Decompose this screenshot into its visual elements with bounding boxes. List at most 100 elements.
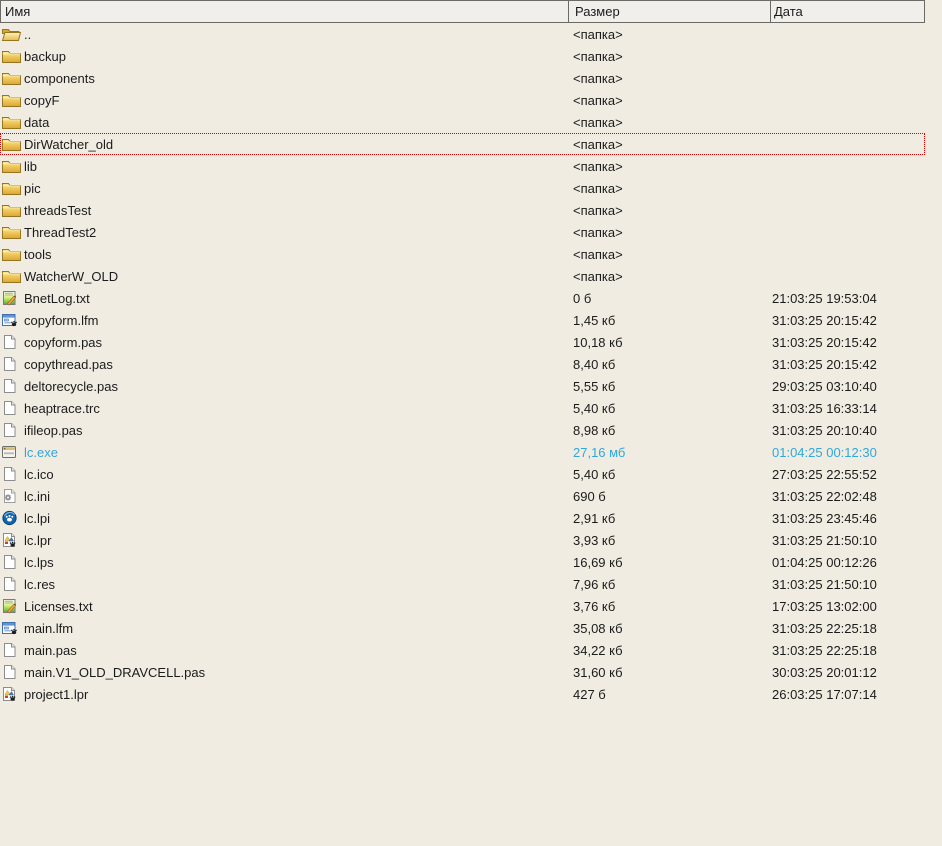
file-row[interactable]: lc.lpr 3,93 кб 31:03:25 21:50:10 xyxy=(0,529,925,551)
file-name: pic xyxy=(24,181,41,196)
file-row[interactable]: main.pas 34,22 кб 31:03:25 22:25:18 xyxy=(0,639,925,661)
file-date: 31:03:25 21:50:10 xyxy=(769,533,925,548)
file-date: 31:03:25 20:15:42 xyxy=(769,335,925,350)
column-header-name[interactable]: Имя xyxy=(1,1,568,22)
folder-icon xyxy=(1,224,22,240)
file-name: main.lfm xyxy=(24,621,73,636)
file-name: lc.lps xyxy=(24,555,54,570)
file-row[interactable]: main.lfm 35,08 кб 31:03:25 22:25:18 xyxy=(0,617,925,639)
file-row[interactable]: DirWatcher_old <папка> xyxy=(0,133,925,155)
file-name: data xyxy=(24,115,49,130)
file-name: heaptrace.trc xyxy=(24,401,100,416)
file-size: 8,98 кб xyxy=(567,423,769,438)
file-size: 27,16 мб xyxy=(567,445,769,460)
file-name-cell: BnetLog.txt xyxy=(0,287,567,309)
file-name: tools xyxy=(24,247,51,262)
file-row[interactable]: heaptrace.trc 5,40 кб 31:03:25 16:33:14 xyxy=(0,397,925,419)
file-name-cell: main.V1_OLD_DRAVCELL.pas xyxy=(0,661,567,683)
file-name-cell: DirWatcher_old xyxy=(0,133,567,155)
file-row[interactable]: ThreadTest2 <папка> xyxy=(0,221,925,243)
folder-icon xyxy=(1,70,22,86)
folder-icon xyxy=(1,92,22,108)
file-date: 31:03:25 22:25:18 xyxy=(769,621,925,636)
file-row[interactable]: copythread.pas 8,40 кб 31:03:25 20:15:42 xyxy=(0,353,925,375)
file-name: Licenses.txt xyxy=(24,599,93,614)
file-list: .. <папка> backup <папка> components <па… xyxy=(0,23,925,705)
form-file-icon xyxy=(1,312,22,328)
column-header-date[interactable]: Дата xyxy=(770,1,924,22)
folder-icon xyxy=(1,136,22,152)
file-row[interactable]: lc.exe 27,16 мб 01:04:25 00:12:30 xyxy=(0,441,925,463)
file-name-cell: main.lfm xyxy=(0,617,567,639)
file-name: copyF xyxy=(24,93,59,108)
file-row[interactable]: threadsTest <папка> xyxy=(0,199,925,221)
file-row[interactable]: copyform.lfm 1,45 кб 31:03:25 20:15:42 xyxy=(0,309,925,331)
file-row[interactable]: data <папка> xyxy=(0,111,925,133)
file-name-cell: copythread.pas xyxy=(0,353,567,375)
file-row[interactable]: lc.lps 16,69 кб 01:04:25 00:12:26 xyxy=(0,551,925,573)
file-row[interactable]: WatcherW_OLD <папка> xyxy=(0,265,925,287)
file-row[interactable]: ifileop.pas 8,98 кб 31:03:25 20:10:40 xyxy=(0,419,925,441)
plain-file-icon xyxy=(1,378,22,394)
file-row[interactable]: project1.lpr 427 б 26:03:25 17:07:14 xyxy=(0,683,925,705)
file-row[interactable]: pic <папка> xyxy=(0,177,925,199)
file-date: 26:03:25 17:07:14 xyxy=(769,687,925,702)
file-row[interactable]: tools <папка> xyxy=(0,243,925,265)
file-name: threadsTest xyxy=(24,203,91,218)
file-row[interactable]: backup <папка> xyxy=(0,45,925,67)
file-name: copyform.pas xyxy=(24,335,102,350)
file-row[interactable]: copyF <папка> xyxy=(0,89,925,111)
file-name: lc.res xyxy=(24,577,55,592)
file-row[interactable]: components <папка> xyxy=(0,67,925,89)
file-date: 31:03:25 20:10:40 xyxy=(769,423,925,438)
file-name: lc.ico xyxy=(24,467,54,482)
file-size: 7,96 кб xyxy=(567,577,769,592)
file-name: BnetLog.txt xyxy=(24,291,90,306)
file-name-cell: main.pas xyxy=(0,639,567,661)
file-name: components xyxy=(24,71,95,86)
file-name-cell: lc.res xyxy=(0,573,567,595)
file-row[interactable]: lc.lpi 2,91 кб 31:03:25 23:45:46 xyxy=(0,507,925,529)
lazarus-source-icon xyxy=(1,686,22,702)
plain-file-icon xyxy=(1,334,22,350)
file-row[interactable]: .. <папка> xyxy=(0,23,925,45)
file-date: 31:03:25 20:15:42 xyxy=(769,313,925,328)
file-size: 8,40 кб xyxy=(567,357,769,372)
form-file-icon xyxy=(1,620,22,636)
file-name-cell: .. xyxy=(0,23,567,45)
file-name: WatcherW_OLD xyxy=(24,269,118,284)
folder-icon xyxy=(1,114,22,130)
file-name-cell: lc.lpi xyxy=(0,507,567,529)
file-row[interactable]: BnetLog.txt 0 б 21:03:25 19:53:04 xyxy=(0,287,925,309)
folder-icon xyxy=(1,48,22,64)
file-name: lc.exe xyxy=(24,445,58,460)
file-date: 27:03:25 22:55:52 xyxy=(769,467,925,482)
file-row[interactable]: deltorecycle.pas 5,55 кб 29:03:25 03:10:… xyxy=(0,375,925,397)
file-row[interactable]: copyform.pas 10,18 кб 31:03:25 20:15:42 xyxy=(0,331,925,353)
file-name-cell: ThreadTest2 xyxy=(0,221,567,243)
file-row[interactable]: lc.ico 5,40 кб 27:03:25 22:55:52 xyxy=(0,463,925,485)
plain-file-icon xyxy=(1,422,22,438)
plain-file-icon xyxy=(1,356,22,372)
file-name-cell: threadsTest xyxy=(0,199,567,221)
file-size: 1,45 кб xyxy=(567,313,769,328)
file-row[interactable]: lc.res 7,96 кб 31:03:25 21:50:10 xyxy=(0,573,925,595)
file-name-cell: copyform.lfm xyxy=(0,309,567,331)
file-size: 5,40 кб xyxy=(567,401,769,416)
file-name: lc.lpi xyxy=(24,511,50,526)
file-name: lc.lpr xyxy=(24,533,51,548)
file-row[interactable]: lc.ini 690 б 31:03:25 22:02:48 xyxy=(0,485,925,507)
column-header-size[interactable]: Размер xyxy=(568,1,770,22)
file-date: 31:03:25 20:15:42 xyxy=(769,357,925,372)
file-row[interactable]: Licenses.txt 3,76 кб 17:03:25 13:02:00 xyxy=(0,595,925,617)
file-date: 31:03:25 22:02:48 xyxy=(769,489,925,504)
file-name: copythread.pas xyxy=(24,357,113,372)
file-name-cell: lc.exe xyxy=(0,441,567,463)
file-size: <папка> xyxy=(567,269,769,284)
file-row[interactable]: main.V1_OLD_DRAVCELL.pas 31,60 кб 30:03:… xyxy=(0,661,925,683)
file-name-cell: copyform.pas xyxy=(0,331,567,353)
file-row[interactable]: lib <папка> xyxy=(0,155,925,177)
file-size: <папка> xyxy=(567,115,769,130)
file-size: 3,93 кб xyxy=(567,533,769,548)
file-name: ifileop.pas xyxy=(24,423,83,438)
